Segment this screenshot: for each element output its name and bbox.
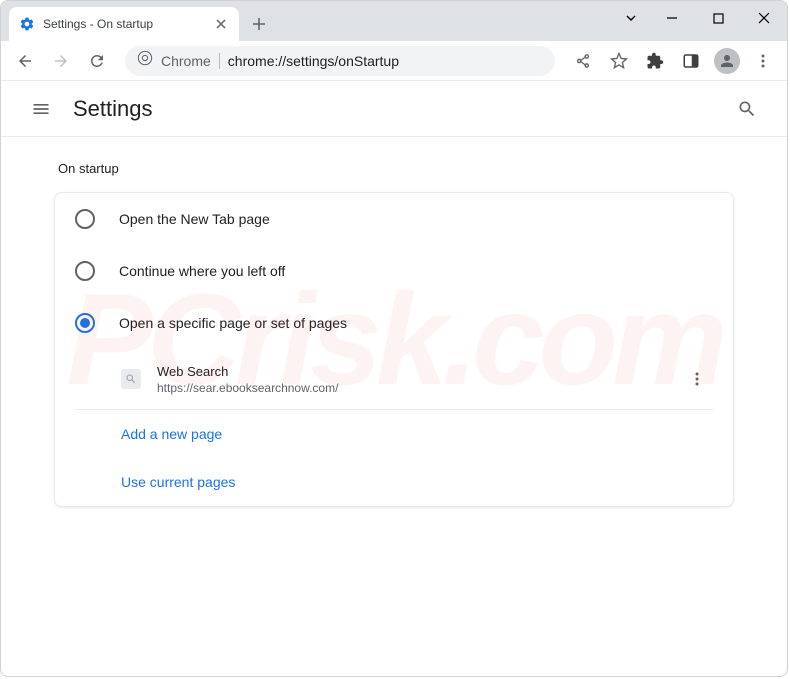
maximize-button[interactable] [695,1,741,35]
share-icon[interactable] [567,45,599,77]
new-tab-button[interactable] [245,10,273,38]
specific-pages-section: Web Search https://sear.ebooksearchnow.c… [55,349,733,506]
tab-title: Settings - On startup [43,17,205,31]
hamburger-icon[interactable] [21,89,61,129]
omnibox-separator [219,53,220,69]
close-window-button[interactable] [741,1,787,35]
search-favicon-icon [121,369,141,389]
add-new-page-link[interactable]: Add a new page [75,410,713,458]
radio-icon [75,209,95,229]
browser-tab[interactable]: Settings - On startup [9,7,239,41]
bookmark-icon[interactable] [603,45,635,77]
startup-card: Open the New Tab page Continue where you… [54,192,734,507]
page-title: Settings [73,96,153,122]
back-button[interactable] [9,45,41,77]
page-name: Web Search [157,364,665,379]
extensions-icon[interactable] [639,45,671,77]
search-icon[interactable] [727,89,767,129]
radio-option-specific[interactable]: Open a specific page or set of pages [55,297,733,349]
titlebar: Settings - On startup [1,1,787,41]
side-panel-icon[interactable] [675,45,707,77]
section-title: On startup [54,161,734,176]
window-controls [613,1,787,35]
chevron-down-icon[interactable] [613,1,649,35]
content-header: Settings [1,81,787,137]
page-url: https://sear.ebooksearchnow.com/ [157,381,665,395]
radio-icon [75,261,95,281]
omnibox-url: chrome://settings/onStartup [228,53,399,69]
chrome-icon [137,50,153,71]
forward-button[interactable] [45,45,77,77]
startup-page-row: Web Search https://sear.ebooksearchnow.c… [75,349,713,410]
browser-window: PCrisk.com Settings - On startup [0,0,788,677]
profile-button[interactable] [711,45,743,77]
radio-label: Open a specific page or set of pages [119,315,347,331]
page-body: On startup Open the New Tab page Continu… [1,137,787,531]
radio-icon-selected [75,313,95,333]
radio-label: Open the New Tab page [119,211,270,227]
radio-option-continue[interactable]: Continue where you left off [55,245,733,297]
close-icon[interactable] [213,16,229,32]
toolbar: Chrome chrome://settings/onStartup [1,41,787,81]
radio-option-newtab[interactable]: Open the New Tab page [55,193,733,245]
more-icon[interactable] [681,363,713,395]
use-current-pages-link[interactable]: Use current pages [75,458,713,506]
minimize-button[interactable] [649,1,695,35]
radio-label: Continue where you left off [119,263,285,279]
avatar [714,48,740,74]
menu-icon[interactable] [747,45,779,77]
omnibox-prefix: Chrome [161,53,211,69]
reload-button[interactable] [81,45,113,77]
gear-icon [19,16,35,32]
section-wrap: On startup Open the New Tab page Continu… [54,161,734,507]
address-bar[interactable]: Chrome chrome://settings/onStartup [125,46,555,76]
page-info: Web Search https://sear.ebooksearchnow.c… [157,364,665,395]
